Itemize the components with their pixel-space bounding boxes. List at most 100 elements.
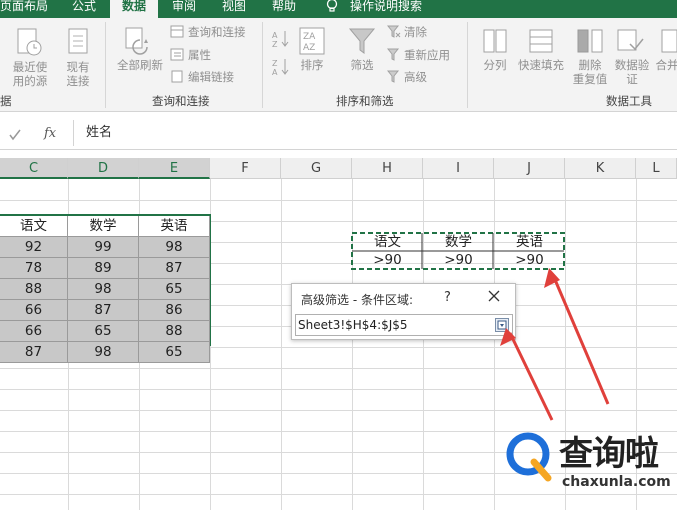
grid-column-line [352,179,353,510]
recent-sources-label-1: 最近使 [12,60,48,74]
recent-sources-icon [17,28,42,56]
column-header-k[interactable]: K [565,158,636,179]
data-tools-group-label: 数据工具 [606,94,652,108]
table-cell[interactable]: 65 [68,321,139,342]
column-header-l[interactable]: L [636,158,677,179]
refresh-all-button[interactable]: 全部刷新 [112,58,168,72]
tab-data[interactable]: 数据 [110,0,158,18]
column-header-j[interactable]: J [494,158,565,179]
table-cell[interactable]: 98 [68,279,139,300]
filter-button[interactable]: 筛选 [346,58,378,72]
insert-function-button[interactable]: fx [44,126,56,141]
group-separator [105,22,106,108]
table-cell[interactable]: 89 [68,258,139,279]
column-header-i[interactable]: I [423,158,494,179]
column-header-e[interactable]: E [139,158,210,179]
text-to-columns-button[interactable]: 分列 [478,58,512,72]
table-cell[interactable]: 78 [0,258,68,279]
clear-filter-icon [387,25,401,38]
column-header-d[interactable]: D [68,158,139,179]
clear-filter-button[interactable]: 清除 [404,25,427,39]
existing-connections-button[interactable]: 现有 连接 [60,60,96,88]
recent-sources-button[interactable]: 最近使 用的源 [4,60,56,88]
advanced-filter-icon [387,70,400,83]
table-cell[interactable]: 88 [0,279,68,300]
table-cell[interactable]: 66 [0,300,68,321]
tab-help[interactable]: 帮助 [272,0,296,18]
advanced-filter-criteria-dialog: 高级筛选 - 条件区域: ? Sheet3!$H$4:$J$5 [291,283,516,340]
table-cell[interactable]: 88 [139,321,210,342]
grid-row-line [0,410,677,411]
remove-duplicates-button[interactable]: 删除 重复值 [570,58,610,86]
flash-fill-button[interactable]: 快速填充 [517,58,565,72]
consolidate-button[interactable]: 合并 [652,58,677,72]
sort-za-icon: ZA [272,59,289,76]
refresh-all-icon [125,27,148,55]
data-validation-label-1: 数据验 [614,58,650,72]
tab-page-layout[interactable]: 页面布局 [0,0,48,18]
criteria-header-cell[interactable]: 语文 [352,233,423,251]
sort-az-icon: AZ [272,31,289,48]
data-validation-icon [617,29,644,51]
svg-text:Z: Z [272,40,278,48]
criteria-value-cell[interactable]: >90 [494,251,565,269]
formula-input[interactable]: 姓名 [73,120,677,146]
formula-bar-buttons: fx [0,124,72,146]
table-header-cell[interactable]: 语文 [0,216,68,237]
table-cell[interactable]: 65 [139,342,210,363]
table-cell[interactable]: 99 [68,237,139,258]
table-cell[interactable]: 86 [139,300,210,321]
existing-connections-label-1: 现有 [66,60,90,74]
table-cell[interactable]: 65 [139,279,210,300]
grid-row-line [0,494,677,495]
properties-icon [170,48,184,61]
criteria-range[interactable]: 语文 数学 英语 >90 >90 >90 [351,232,565,270]
dialog-help-button[interactable]: ? [444,290,451,305]
remove-duplicates-label-1: 删除 [578,58,602,72]
grid-column-line [423,179,424,510]
table-header-cell[interactable]: 英语 [139,216,210,237]
data-table[interactable]: 语文 数学 英语 92 99 98 78 89 87 88 98 65 66 87 86 66 65 88 87 98… [0,214,211,363]
criteria-value-cell[interactable]: >90 [352,251,423,269]
advanced-filter-button[interactable]: 高级 [404,70,427,84]
table-cell[interactable]: 87 [139,258,210,279]
filter-funnel-icon [348,28,376,54]
tab-formulas[interactable]: 公式 [72,0,96,18]
criteria-header-cell[interactable]: 英语 [494,233,565,251]
data-validation-button[interactable]: 数据验 证 [612,58,652,86]
remove-duplicates-label-2: 重复值 [572,72,608,86]
sort-button[interactable]: 排序 [296,58,328,72]
ribbon-tab-bar: 页面布局 公式 数据 审阅 视图 帮助 操作说明搜索 [0,0,677,18]
table-cell[interactable]: 98 [139,237,210,258]
table-cell[interactable]: 87 [68,300,139,321]
svg-text:Z: Z [272,59,278,68]
existing-connections-label-2: 连接 [66,74,90,88]
enter-check-icon[interactable] [8,128,22,142]
tell-me-search[interactable]: 操作说明搜索 [350,0,422,18]
table-cell[interactable]: 66 [0,321,68,342]
column-header-h[interactable]: H [352,158,423,179]
table-cell[interactable]: 92 [0,237,68,258]
properties-button[interactable]: 属性 [188,48,211,62]
criteria-header-cell[interactable]: 数学 [423,233,494,251]
reapply-button[interactable]: 重新应用 [404,48,450,62]
edit-links-button[interactable]: 编辑链接 [188,70,234,84]
table-header-cell[interactable]: 数学 [68,216,139,237]
grid-row-line [0,200,677,201]
reapply-icon [387,48,400,61]
ribbon: 最近使 用的源 现有 连接 据 全部刷新 查询和连接 属性 编辑链接 查询和连接… [0,18,677,112]
table-cell[interactable]: 87 [0,342,68,363]
tab-review[interactable]: 审阅 [172,0,196,18]
criteria-value-cell[interactable]: >90 [423,251,494,269]
close-icon[interactable] [485,287,503,305]
recent-sources-label-2: 用的源 [12,74,48,88]
expand-dialog-button[interactable] [495,318,509,332]
column-header-f[interactable]: F [210,158,281,179]
column-header-g[interactable]: G [281,158,352,179]
queries-connections-button[interactable]: 查询和连接 [188,25,246,39]
get-data-group-label: 据 [0,94,12,108]
table-cell[interactable]: 98 [68,342,139,363]
criteria-range-input[interactable]: Sheet3!$H$4:$J$5 [295,314,513,336]
tab-view[interactable]: 视图 [222,0,246,18]
column-header-c[interactable]: C [0,158,68,179]
